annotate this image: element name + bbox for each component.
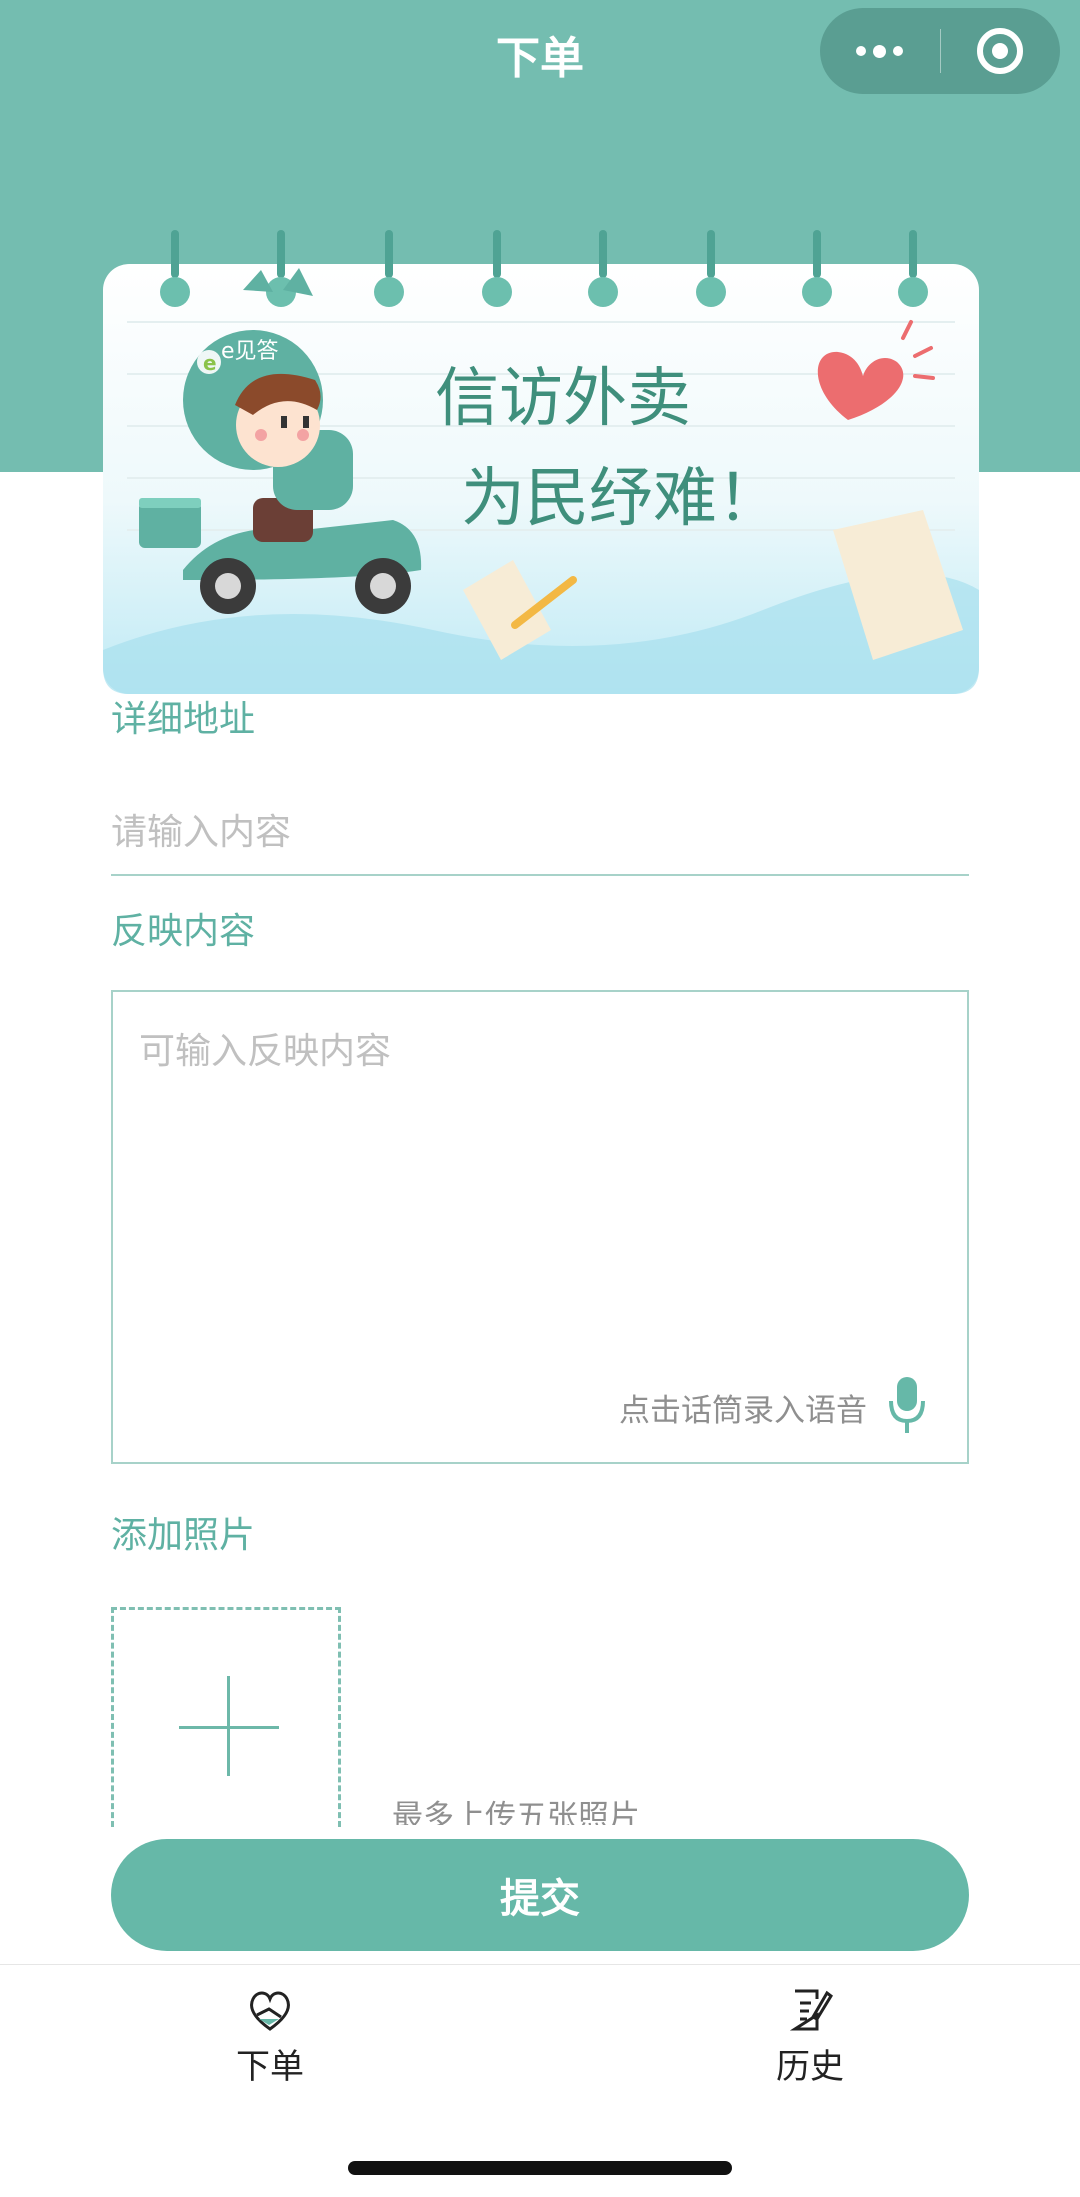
banner-badge: e见答 bbox=[221, 339, 279, 364]
microphone-icon[interactable] bbox=[887, 1375, 927, 1435]
document-pen-icon bbox=[789, 1989, 833, 2031]
tab-history[interactable]: 历史 bbox=[710, 1985, 910, 2088]
target-circle-icon[interactable] bbox=[941, 8, 1061, 94]
tab-order[interactable]: 下单 bbox=[170, 1985, 370, 2088]
banner-title-line2: 为民纾难！ bbox=[461, 462, 781, 536]
content-label: 反映内容 bbox=[111, 911, 256, 952]
address-label: 详细地址 bbox=[111, 699, 256, 740]
more-dots-icon[interactable] bbox=[820, 8, 940, 94]
voice-hint: 点击话筒录入语音 bbox=[619, 1393, 867, 1429]
add-photo-button[interactable] bbox=[111, 1607, 341, 1827]
content-textarea[interactable] bbox=[139, 1022, 939, 1352]
photo-hint: 最多上传五张照片 bbox=[392, 1799, 640, 1825]
photo-label: 添加照片 bbox=[111, 1515, 256, 1556]
heart-hands-icon bbox=[250, 1991, 290, 2031]
banner-badge-e: e bbox=[203, 351, 217, 375]
tab-history-label: 历史 bbox=[776, 2047, 844, 2087]
submit-button[interactable]: 提交 bbox=[111, 1839, 969, 1951]
home-indicator bbox=[348, 2161, 732, 2175]
content-box: 点击话筒录入语音 bbox=[111, 990, 969, 1464]
plus-icon-vertical bbox=[227, 1676, 230, 1776]
banner-image: e e见答 信访外卖 为民纾难！ bbox=[103, 230, 979, 694]
mini-program-capsule bbox=[820, 8, 1060, 94]
address-input[interactable] bbox=[111, 790, 969, 876]
tab-order-label: 下单 bbox=[236, 2047, 304, 2087]
banner-title-line1: 信访外卖 bbox=[435, 362, 691, 436]
